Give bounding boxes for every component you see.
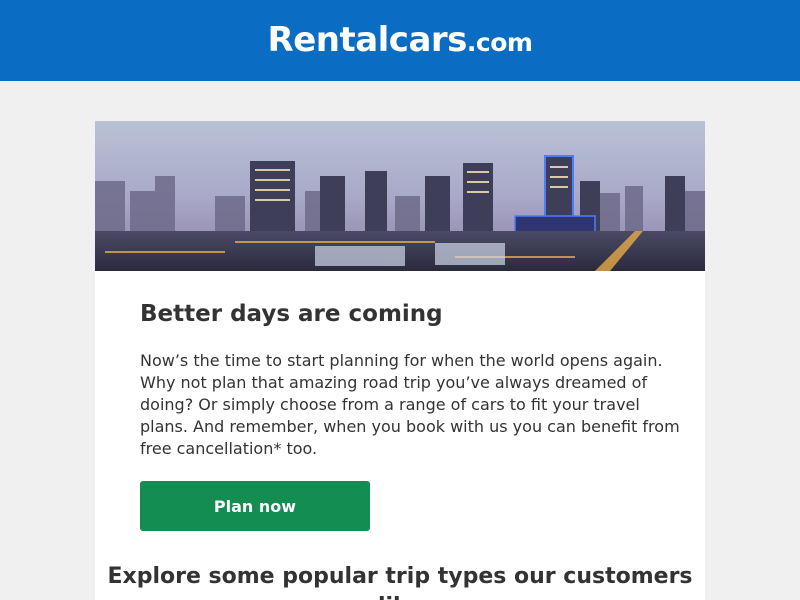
headline: Better days are coming: [140, 301, 443, 327]
email-card: Better days are coming Now’s the time to…: [95, 121, 705, 600]
skyline-illustration: [95, 121, 705, 271]
logo-tld: .com: [466, 27, 533, 57]
header-bar: Rentalcars.com: [0, 0, 800, 81]
section-heading: Explore some popular trip types our cust…: [107, 564, 693, 600]
city-skyline-image: [95, 121, 705, 271]
rentalcars-logo[interactable]: Rentalcars.com: [268, 23, 533, 57]
body-paragraph: Now’s the time to start planning for whe…: [140, 351, 680, 458]
logo-brand: Rentalcars: [267, 19, 468, 60]
plan-now-button[interactable]: Plan now: [140, 481, 370, 531]
